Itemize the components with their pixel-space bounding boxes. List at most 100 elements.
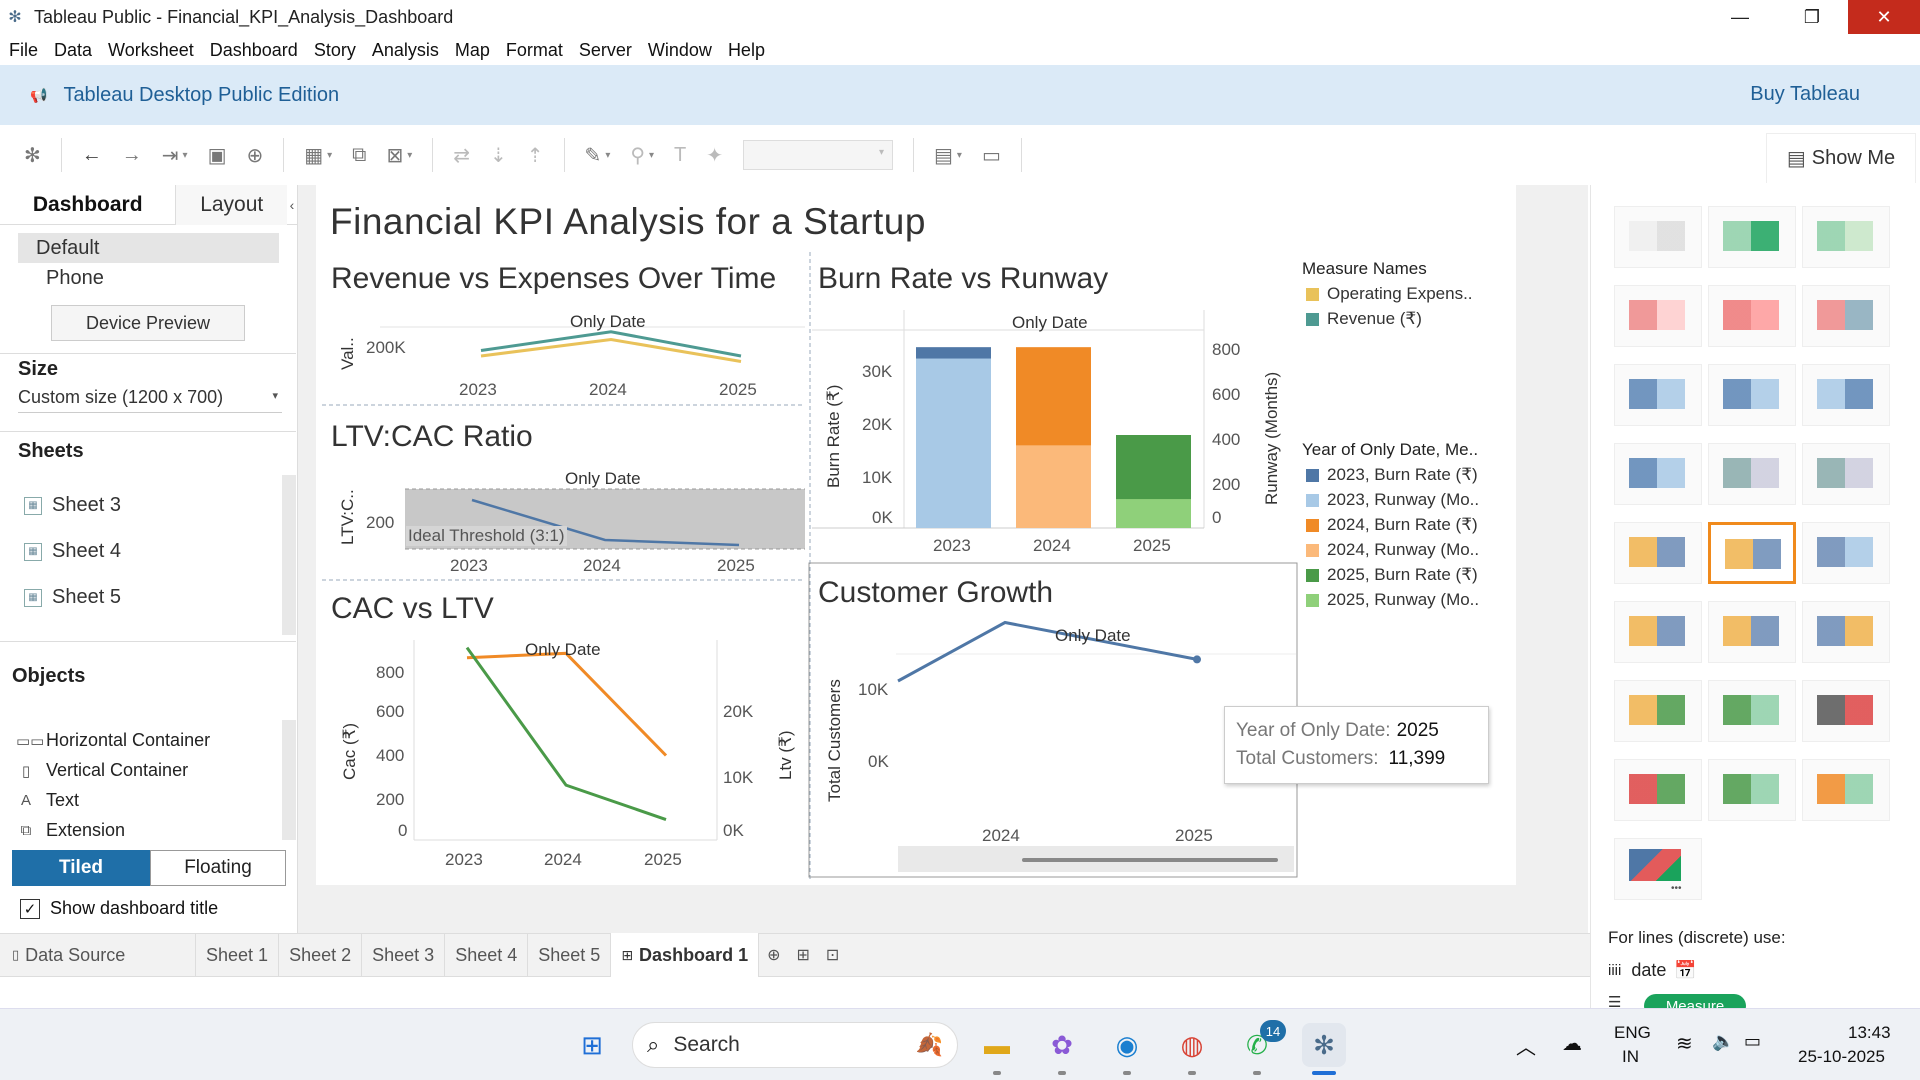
legend-item[interactable]: 2023, Burn Rate (₹) [1306, 465, 1478, 485]
chart-type-thumbnail [1725, 539, 1781, 569]
horizontal-bars-icon[interactable] [1614, 364, 1702, 426]
tab-sheet-5[interactable]: Sheet 5 [528, 933, 612, 977]
chrome-icon[interactable]: ◍ [1170, 1023, 1214, 1067]
sheet-tabs-bar: ▯ Data Source Sheet 1 Sheet 2 Sheet 3 She… [0, 933, 1590, 977]
scatter-plot-icon[interactable] [1614, 680, 1702, 742]
discrete-lines-icon[interactable] [1708, 522, 1796, 584]
burn-header: Only Date [1012, 313, 1088, 332]
chart-type-thumbnail [1817, 221, 1873, 251]
running-indicator [993, 1071, 1001, 1075]
chevron-up-icon[interactable]: ︿ [1516, 1031, 1536, 1060]
gantt-chart-icon[interactable] [1614, 759, 1702, 821]
ltv-chart-title: LTV:CAC Ratio [331, 420, 533, 453]
edge-icon[interactable]: ◉ [1105, 1023, 1149, 1067]
cust-ytick: 0K [868, 752, 889, 771]
new-worksheet-tab-icon[interactable]: ⊕ [759, 933, 788, 977]
clock-time[interactable]: 13:43 [1848, 1023, 1891, 1043]
chart-type-thumbnail [1723, 774, 1779, 804]
close-button[interactable]: ✕ [1848, 0, 1920, 34]
rev-ytick: 200K [366, 338, 406, 357]
battery-icon[interactable]: ▭ [1744, 1031, 1761, 1052]
tab-sheet-2[interactable]: Sheet 2 [279, 933, 363, 977]
clock-date[interactable]: 25-10-2025 [1798, 1047, 1885, 1067]
ltv-xtick: 2025 [717, 556, 755, 575]
highlight-table-icon[interactable] [1802, 206, 1890, 268]
onedrive-icon[interactable]: ☁ [1562, 1031, 1582, 1056]
new-story-tab-icon[interactable]: ⊡ [818, 933, 847, 977]
runway-bar-3[interactable] [1116, 499, 1191, 528]
histogram-icon[interactable] [1708, 680, 1796, 742]
treemap-icon[interactable] [1614, 443, 1702, 505]
extension-chart-icon[interactable]: ••• [1614, 838, 1702, 900]
chart-type-thumbnail [1629, 774, 1685, 804]
rev-ylabel: Val.. [338, 337, 357, 370]
legend-swatch [1306, 312, 1319, 326]
burn-chart-title: Burn Rate vs Runway [818, 262, 1109, 295]
legend-item[interactable]: 2023, Runway (Mo.. [1306, 490, 1479, 510]
whatsapp-badge: 14 [1260, 1020, 1286, 1042]
cac-ytick-left: 600 [376, 702, 405, 721]
tab-sheet-3[interactable]: Sheet 3 [362, 933, 446, 977]
tab-dashboard-1[interactable]: ⊞ Dashboard 1 [611, 933, 760, 977]
tab-sheet-4[interactable]: Sheet 4 [445, 933, 529, 977]
box-whisker-icon[interactable] [1802, 680, 1890, 742]
tab-sheet-1[interactable]: Sheet 1 [196, 933, 280, 977]
file-explorer-icon[interactable]: ▬ [975, 1023, 1019, 1067]
side-by-side-circles-icon[interactable] [1802, 443, 1890, 505]
cac-xtick: 2023 [445, 850, 483, 869]
legend-swatch [1306, 287, 1319, 301]
filled-map-icon[interactable] [1708, 285, 1796, 347]
area-continuous-icon[interactable] [1614, 601, 1702, 663]
wifi-icon[interactable]: ≋ [1676, 1031, 1693, 1056]
more-icon: ••• [1671, 883, 1682, 894]
chart-type-thumbnail [1817, 300, 1873, 330]
data-source-tab[interactable]: ▯ Data Source [0, 933, 196, 977]
language-indicator[interactable]: ENG [1614, 1023, 1651, 1043]
ltv-xtick: 2023 [450, 556, 488, 575]
search-icon: ⌕ [647, 1032, 660, 1057]
region-indicator[interactable]: IN [1622, 1047, 1639, 1067]
ltv-header: Only Date [565, 469, 641, 488]
show-me-button[interactable]: ▤ Show Me [1766, 133, 1916, 183]
continuous-lines-icon[interactable] [1614, 522, 1702, 584]
tableau-taskbar-icon[interactable]: ✻ [1302, 1023, 1346, 1067]
dual-combination-icon[interactable] [1802, 601, 1890, 663]
legend-item[interactable]: Operating Expens.. [1306, 284, 1473, 304]
chart-type-thumbnail [1723, 616, 1779, 646]
buy-tableau-link[interactable]: Buy Tableau [1750, 83, 1860, 106]
burn-xtick: 2023 [933, 536, 971, 555]
legend-item[interactable]: 2025, Runway (Mo.. [1306, 590, 1479, 610]
legend-item[interactable]: 2024, Burn Rate (₹) [1306, 515, 1478, 535]
windows-start-icon[interactable]: ⊞ [570, 1023, 614, 1067]
copilot-icon[interactable]: ✿ [1040, 1023, 1084, 1067]
minimize-button[interactable]: — [1704, 0, 1776, 34]
runway-bar-2[interactable] [1016, 445, 1091, 528]
taskbar-search[interactable]: ⌕ Search 🍂 [632, 1022, 958, 1068]
restore-button[interactable]: ❐ [1776, 0, 1848, 34]
symbol-map-icon[interactable] [1614, 285, 1702, 347]
legend-label: 2023, Runway (Mo.. [1327, 490, 1480, 509]
stacked-bars-icon[interactable] [1708, 364, 1796, 426]
dual-lines-icon[interactable] [1802, 522, 1890, 584]
circle-views-icon[interactable] [1708, 443, 1796, 505]
runway-bar-1[interactable] [916, 358, 991, 528]
heat-map-icon[interactable] [1708, 206, 1796, 268]
new-dashboard-tab-icon[interactable]: ⊞ [788, 933, 817, 977]
bullet-graph-icon[interactable] [1708, 759, 1796, 821]
rev-xtick: 2025 [719, 380, 757, 399]
legend-item[interactable]: 2025, Burn Rate (₹) [1306, 565, 1478, 585]
text-table-icon[interactable] [1614, 206, 1702, 268]
legend-item[interactable]: 2024, Runway (Mo.. [1306, 540, 1479, 560]
chart-type-thumbnail [1817, 616, 1873, 646]
legend-label: 2025, Runway (Mo.. [1327, 590, 1480, 609]
pie-chart-icon[interactable] [1802, 285, 1890, 347]
chart-type-thumbnail [1817, 537, 1873, 567]
area-discrete-icon[interactable] [1708, 601, 1796, 663]
side-by-side-bars-icon[interactable] [1802, 364, 1890, 426]
ltv-value-series [465, 646, 667, 821]
packed-bubbles-icon[interactable] [1802, 759, 1890, 821]
legend-item[interactable]: Revenue (₹) [1306, 309, 1422, 329]
volume-icon[interactable]: 🔈 [1712, 1031, 1734, 1052]
ltv-ylabel: LTV:C.. [338, 489, 357, 545]
chart-type-thumbnail [1723, 695, 1779, 725]
